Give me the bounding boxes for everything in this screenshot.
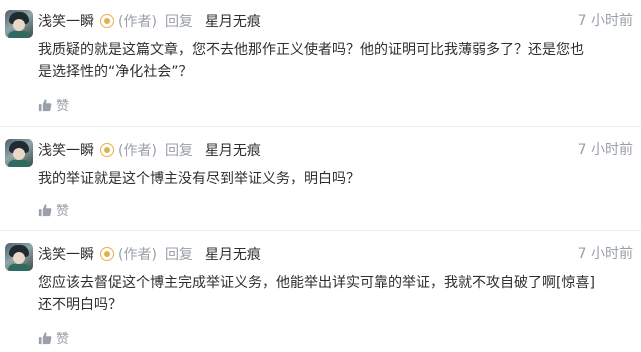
comment-line: 我的举证就是这个博主没有尽到举证义务，明白吗？ <box>38 171 360 187</box>
comment-line: 是选择性的“净化社会”？ <box>38 64 193 80</box>
comment-text: 我质疑的就是这篇文章，您不去他那作正义使者吗？他的证明可比我薄弱多了？还是您也 … <box>38 39 634 83</box>
author-tag: (作者) <box>118 143 157 159</box>
comment-text: 我的举证就是这个博主没有尽到举证义务，明白吗？ <box>38 168 634 190</box>
reply-target-username[interactable]: 星月无痕 <box>205 244 261 264</box>
comment-header: 浅笑一瞬 (作者) 回复 星月无痕 <box>38 10 261 32</box>
like-label: 赞 <box>56 204 70 219</box>
reply-label: 回复 <box>164 14 193 30</box>
like-label: 赞 <box>56 332 70 347</box>
user-avatar[interactable] <box>5 139 33 167</box>
like-label: 赞 <box>56 99 70 114</box>
thumb-up-icon <box>38 203 52 216</box>
author-medal-icon <box>100 247 114 261</box>
like-button[interactable]: 赞 <box>38 328 69 347</box>
comment-line: 还不明白吗？ <box>38 297 122 313</box>
username[interactable]: 浅笑一瞬 <box>38 11 94 31</box>
user-avatar[interactable] <box>5 243 33 271</box>
comment-divider <box>0 230 641 231</box>
user-avatar[interactable] <box>5 10 33 38</box>
reply-target-username[interactable]: 星月无痕 <box>205 140 261 160</box>
username[interactable]: 浅笑一瞬 <box>38 140 94 160</box>
comment-header: 浅笑一瞬 (作者) 回复 星月无痕 <box>38 139 261 161</box>
reply-label: 回复 <box>164 247 193 263</box>
like-button[interactable]: 赞 <box>38 200 69 219</box>
timestamp: 7 小时前 <box>577 142 633 158</box>
author-tag: (作者) <box>118 247 157 263</box>
comment-divider <box>0 126 641 127</box>
reply-target-username[interactable]: 星月无痕 <box>205 11 261 31</box>
thumb-up-icon <box>38 98 52 111</box>
reply-label: 回复 <box>164 143 193 159</box>
thumb-up-icon <box>38 331 52 344</box>
username[interactable]: 浅笑一瞬 <box>38 244 94 264</box>
like-button[interactable]: 赞 <box>38 95 69 114</box>
comment-line: 您应该去督促这个博主完成举证义务，他能举出详实可靠的举证，我就不攻自破了啊[惊喜… <box>38 275 595 291</box>
comment-text: 您应该去督促这个博主完成举证义务，他能举出详实可靠的举证，我就不攻自破了啊[惊喜… <box>38 272 634 316</box>
author-tag: (作者) <box>118 14 157 30</box>
author-medal-icon <box>100 14 114 28</box>
author-medal-icon <box>100 143 114 157</box>
timestamp: 7 小时前 <box>577 13 633 29</box>
comment-header: 浅笑一瞬 (作者) 回复 星月无痕 <box>38 243 261 265</box>
timestamp: 7 小时前 <box>577 246 633 262</box>
comment-line: 我质疑的就是这篇文章，您不去他那作正义使者吗？他的证明可比我薄弱多了？还是您也 <box>38 42 584 58</box>
